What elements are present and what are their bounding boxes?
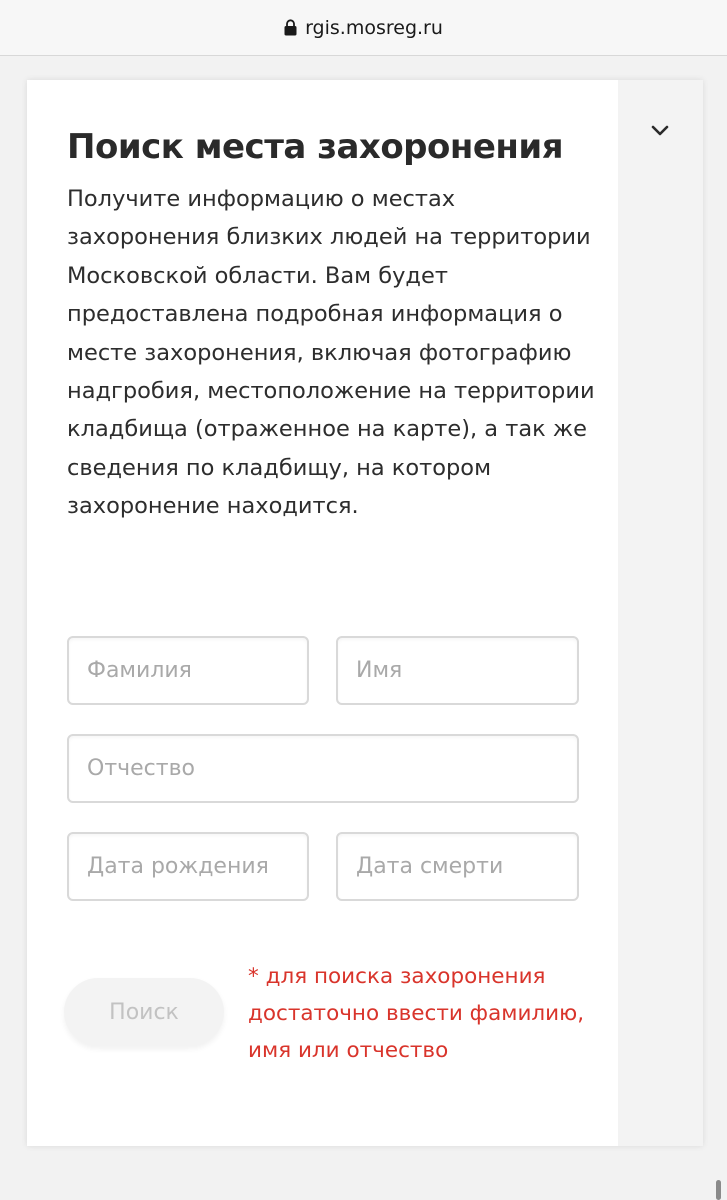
lock-icon bbox=[284, 19, 297, 36]
url-text: rgis.mosreg.ru bbox=[305, 16, 443, 39]
page-description: Получите информацию о местах захоронения… bbox=[67, 186, 595, 520]
scroll-indicator[interactable] bbox=[716, 1180, 721, 1200]
browser-address-bar[interactable]: rgis.mosreg.ru bbox=[0, 0, 727, 56]
death-date-input[interactable] bbox=[336, 832, 579, 901]
last-name-input[interactable] bbox=[67, 636, 309, 705]
search-hint: * для поиска захоронения достаточно ввес… bbox=[248, 964, 585, 1063]
search-button[interactable]: Поиск bbox=[64, 978, 224, 1046]
search-card: Поиск места захоронения Получите информа… bbox=[27, 80, 703, 1146]
url-display[interactable]: rgis.mosreg.ru bbox=[284, 17, 443, 39]
card-side-panel bbox=[618, 80, 703, 1146]
chevron-down-icon[interactable] bbox=[648, 118, 672, 142]
first-name-input[interactable] bbox=[336, 636, 579, 705]
page-title: Поиск места захоронения bbox=[67, 127, 564, 167]
birth-date-input[interactable] bbox=[67, 832, 309, 901]
middle-name-input[interactable] bbox=[67, 734, 579, 803]
